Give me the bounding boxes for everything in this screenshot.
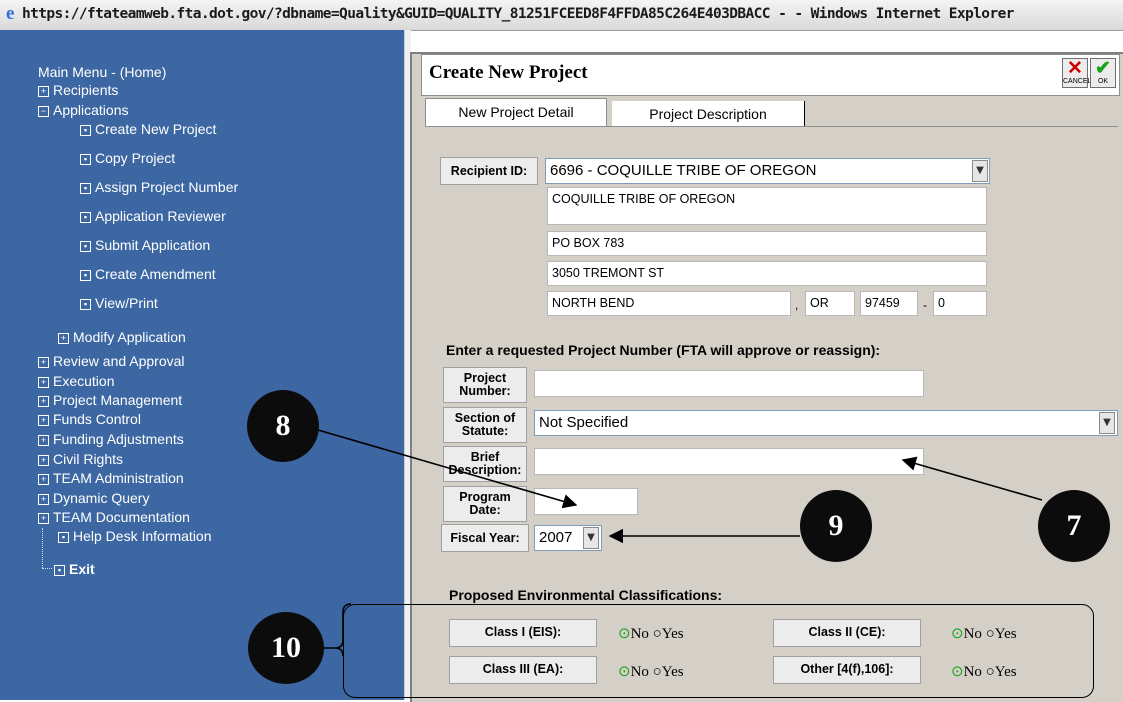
callout-7: 7 bbox=[1038, 490, 1110, 562]
callout-10: 10 bbox=[248, 612, 324, 684]
arrow-8 bbox=[317, 429, 578, 509]
arrow-10-brace bbox=[322, 603, 352, 657]
callout-9: 9 bbox=[800, 490, 872, 562]
annotation-arrows bbox=[317, 429, 1043, 657]
arrow-7 bbox=[901, 456, 1043, 501]
callout-8: 8 bbox=[247, 390, 319, 462]
